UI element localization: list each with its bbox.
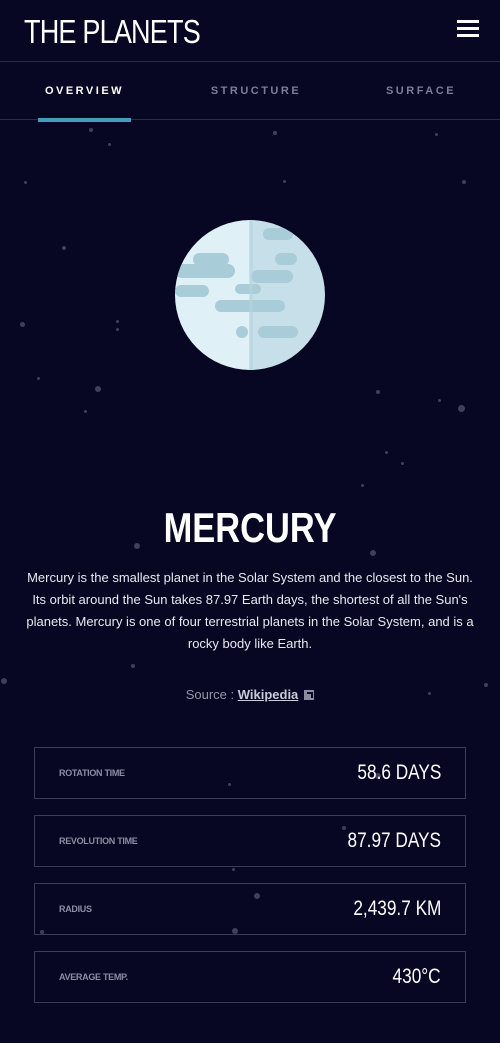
- source-label: Source :: [185, 687, 238, 702]
- source-line: Source : Wikipedia: [0, 687, 500, 702]
- stat-value: 2,439.7 KM: [352, 897, 441, 920]
- stat-revolution-time: REVOLUTION TIME 87.97 DAYS: [34, 815, 466, 867]
- planet-name: MERCURY: [163, 504, 337, 551]
- external-link-icon[interactable]: [304, 690, 315, 700]
- stat-radius: RADIUS 2,439.7 KM: [34, 883, 466, 935]
- stat-value: 58.6 DAYS: [357, 761, 441, 784]
- tab-surface[interactable]: SURFACE: [380, 62, 462, 120]
- stat-label: REVOLUTION TIME: [59, 836, 138, 846]
- stat-value: 430°C: [392, 965, 441, 988]
- stat-rotation-time: ROTATION TIME 58.6 DAYS: [34, 747, 466, 799]
- hamburger-menu-icon[interactable]: [457, 20, 479, 38]
- stat-average-temp: AVERAGE TEMP. 430°C: [34, 951, 466, 1003]
- stat-label: AVERAGE TEMP.: [59, 972, 128, 982]
- planet-description: Mercury is the smallest planet in the So…: [26, 570, 474, 651]
- tab-overview[interactable]: OVERVIEW: [38, 62, 131, 120]
- tab-structure[interactable]: STRUCTURE: [205, 62, 307, 120]
- stat-value: 87.97 DAYS: [347, 829, 441, 852]
- stat-label: RADIUS: [59, 904, 92, 914]
- stat-label: ROTATION TIME: [59, 768, 125, 778]
- wikipedia-link[interactable]: Wikipedia: [238, 687, 299, 702]
- top-header: THE PLANETS: [0, 0, 500, 62]
- mercury-planet-image: [175, 220, 325, 370]
- tab-bar: OVERVIEW STRUCTURE SURFACE: [0, 62, 500, 120]
- logo[interactable]: THE PLANETS: [24, 12, 201, 52]
- active-tab-indicator: [38, 118, 131, 122]
